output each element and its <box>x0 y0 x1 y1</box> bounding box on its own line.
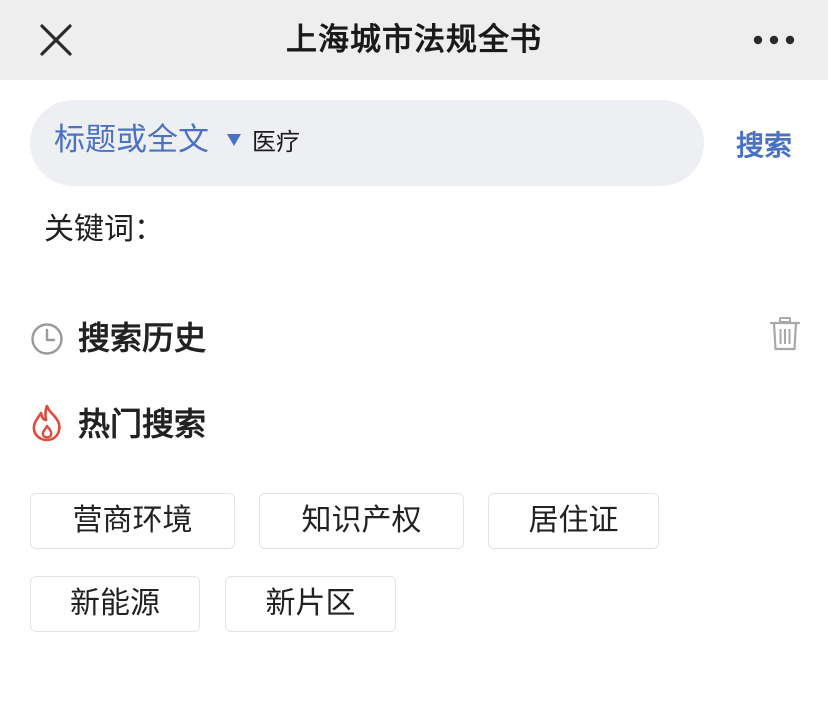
hot-search-tag[interactable]: 知识产权 <box>259 493 464 549</box>
hot-search-tag[interactable]: 新片区 <box>225 576 396 632</box>
hot-search-tag[interactable]: 营商环境 <box>30 493 235 549</box>
more-options-button[interactable] <box>748 22 800 58</box>
hot-search-tag[interactable]: 新能源 <box>30 576 200 632</box>
trash-icon <box>769 317 801 351</box>
title-bar: 上海城市法规全书 <box>0 0 828 80</box>
keyword-label: 关键词： <box>44 212 164 247</box>
hot-search-title: 热门搜索 <box>78 405 207 443</box>
search-box: 标题或全文 <box>30 100 704 186</box>
page-title: 上海城市法规全书 <box>286 22 542 58</box>
hot-search-tag[interactable]: 居住证 <box>488 493 659 549</box>
flame-icon <box>29 404 65 442</box>
search-button[interactable]: 搜索 <box>736 124 792 168</box>
caret-down-icon[interactable] <box>226 133 242 147</box>
clock-icon <box>30 322 64 356</box>
search-input[interactable] <box>252 122 672 162</box>
more-dots-icon <box>753 35 795 45</box>
search-history-title: 搜索历史 <box>78 319 207 357</box>
search-scope-dropdown[interactable]: 标题或全文 <box>54 118 209 162</box>
clear-history-button[interactable] <box>768 316 802 352</box>
